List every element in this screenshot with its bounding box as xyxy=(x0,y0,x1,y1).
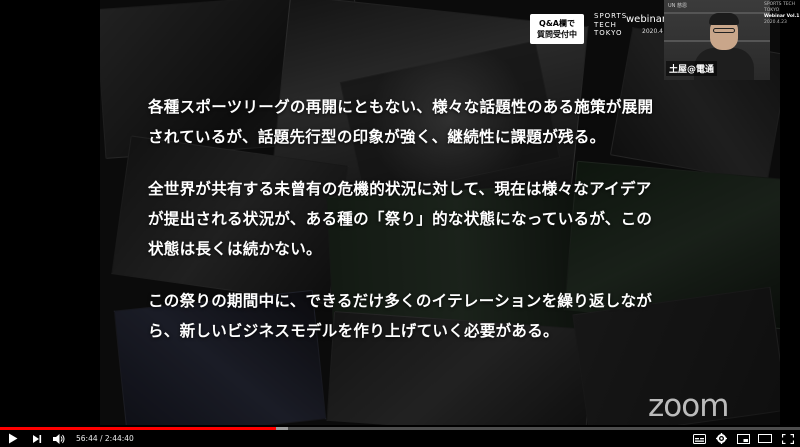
speaker-name: 土屋@電通 xyxy=(666,61,718,76)
speaker-video: UN 慈恩 土屋@電通 xyxy=(664,0,770,80)
next-icon[interactable] xyxy=(26,430,48,447)
slide-line: 各種スポーツリーグの再開にともない、様々な話題性のある施策が展開 xyxy=(148,98,654,116)
zoom-watermark: zoom xyxy=(648,388,729,424)
miniplayer-icon[interactable] xyxy=(732,430,754,447)
slide-line: ら、新しいビジネスモデルを作り上げていく必要がある。 xyxy=(148,322,559,340)
corner-line: 2020.4.23 xyxy=(764,20,787,25)
webinar-date: 2020.4 xyxy=(642,28,663,35)
theater-icon[interactable] xyxy=(754,430,776,447)
speaker-hair xyxy=(709,13,739,25)
slide-paragraph-2: 全世界が共有する未曾有の危機的状況に対して、現在は様々なアイデア が提出される状… xyxy=(148,174,748,264)
speaker-tag: UN 慈恩 xyxy=(668,3,687,9)
slide-line: が提出される状況が、ある種の「祭り」的な状態になっているが、この xyxy=(148,210,653,228)
subtitles-icon[interactable] xyxy=(688,430,710,447)
settings-icon[interactable] xyxy=(710,430,732,447)
qa-badge-line: 質問受付中 xyxy=(537,30,577,39)
qa-badge: Q&A欄で 質問受付中 xyxy=(530,14,584,44)
slide-line: この祭りの期間中に、できるだけ多くのイテレーションを繰り返しなが xyxy=(148,292,653,310)
slide-body: 各種スポーツリーグの再開にともない、様々な話題性のある施策が展開 されているが、… xyxy=(148,92,748,346)
video-player[interactable]: 各種スポーツリーグの再開にともない、様々な話題性のある施策が展開 されているが、… xyxy=(0,0,800,447)
time-display: 56:44 / 2:44:40 xyxy=(76,434,134,443)
corner-label: SPORTS TECH TOKYO Webinar Vol.1 2020.4.2… xyxy=(764,2,800,26)
slide-line: 状態は長くは続かない。 xyxy=(148,240,322,258)
play-icon[interactable] xyxy=(0,430,26,447)
webinar-label: webinar xyxy=(626,14,667,25)
volume-icon[interactable] xyxy=(48,430,70,447)
fullscreen-icon[interactable] xyxy=(776,430,800,447)
slide-paragraph-3: この祭りの期間中に、できるだけ多くのイテレーションを繰り返しなが ら、新しいビジ… xyxy=(148,286,748,346)
qa-badge-line: Q&A欄で xyxy=(539,19,575,28)
player-controls: 56:44 / 2:44:40 xyxy=(0,430,800,447)
logo-line: TOKYO xyxy=(594,29,623,37)
speaker-glasses xyxy=(713,28,735,33)
slide-line: されているが、話題先行型の印象が強く、継続性に課題が残る。 xyxy=(148,128,606,146)
slide-line: 全世界が共有する未曾有の危機的状況に対して、現在は様々なアイデア xyxy=(148,180,652,198)
slide-paragraph-1: 各種スポーツリーグの再開にともない、様々な話題性のある施策が展開 されているが、… xyxy=(148,92,748,152)
corner-line: SPORTS TECH TOKYO xyxy=(764,2,796,13)
